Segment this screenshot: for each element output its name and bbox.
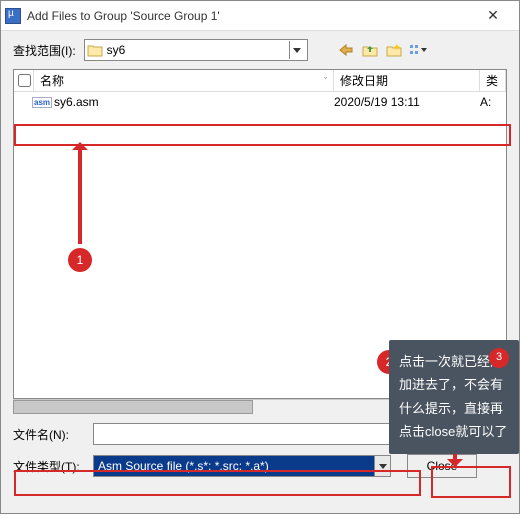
folder-name: sy6 [107,43,289,57]
file-date: 2020/5/19 13:11 [334,95,480,109]
folder-icon [87,43,103,57]
filename-input[interactable] [93,423,391,445]
filetype-value: Asm Source file (*.s*; *.src; *.a*) [98,459,269,473]
column-name[interactable]: 名称ˇ [34,70,334,91]
up-folder-icon[interactable] [360,40,380,60]
file-name: sy6.asm [54,95,334,109]
file-type: A: [480,95,491,109]
annotation-tooltip-text: 点击一次就已经添加进去了，不会有什么提示，直接再点击close就可以了 [399,354,507,439]
new-folder-icon[interactable] [384,40,404,60]
app-icon [5,8,21,24]
titlebar: Add Files to Group 'Source Group 1' ✕ [1,1,519,31]
filetype-select[interactable]: Asm Source file (*.s*; *.src; *.a*) [93,455,391,477]
scrollbar-thumb[interactable] [13,400,253,414]
lookin-label: 查找范围(I): [13,42,76,59]
chevron-down-icon[interactable] [374,456,390,476]
close-button[interactable]: Close [407,454,477,478]
window-close-button[interactable]: ✕ [471,2,515,30]
column-date[interactable]: 修改日期 [334,70,480,91]
sort-indicator-icon: ˇ [324,76,327,86]
asm-file-icon: asm [34,95,50,109]
select-all-checkbox[interactable] [14,70,34,91]
folder-dropdown[interactable]: sy6 [84,39,308,61]
list-header: 名称ˇ 修改日期 类 [14,70,506,92]
back-icon[interactable] [336,40,356,60]
column-type[interactable]: 类 [480,70,506,91]
annotation-marker-1: 1 [68,248,92,272]
file-row[interactable]: asm sy6.asm 2020/5/19 13:11 A: [14,92,506,112]
view-menu-icon[interactable] [408,40,428,60]
chevron-down-icon[interactable] [289,41,305,59]
filetype-label: 文件类型(T): [13,458,93,475]
window-title: Add Files to Group 'Source Group 1' [27,9,471,23]
toolbar: 查找范围(I): sy6 [1,31,519,67]
annotation-marker-3: 3 [489,348,509,368]
annotation-tooltip: 3 点击一次就已经添加进去了，不会有什么提示，直接再点击close就可以了 [389,340,519,454]
filename-label: 文件名(N): [13,426,93,443]
